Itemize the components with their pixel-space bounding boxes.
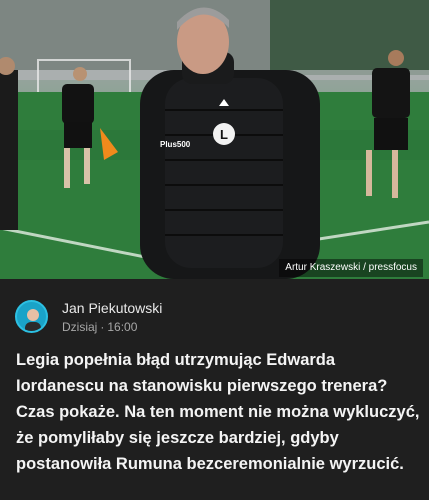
- post-headline[interactable]: Legia popełnia błąd utrzymując Edwarda I…: [16, 347, 421, 477]
- sponsor-text: Plus500: [160, 140, 191, 149]
- author-avatar[interactable]: [15, 300, 48, 333]
- photo-illustration: L Plus500: [0, 0, 429, 279]
- post-time: 16:00: [107, 320, 138, 334]
- post-date: Dzisiaj: [62, 320, 98, 334]
- crest-letter: L: [220, 127, 228, 142]
- photo-credit: Artur Kraszewski / pressfocus: [279, 259, 423, 277]
- author-name[interactable]: Jan Piekutowski: [62, 300, 162, 316]
- article-photo[interactable]: L Plus500 Artur Kraszewski / pressfocus: [0, 0, 429, 279]
- meta-separator: ·: [100, 320, 105, 334]
- post-meta: Dzisiaj · 16:00: [62, 320, 137, 334]
